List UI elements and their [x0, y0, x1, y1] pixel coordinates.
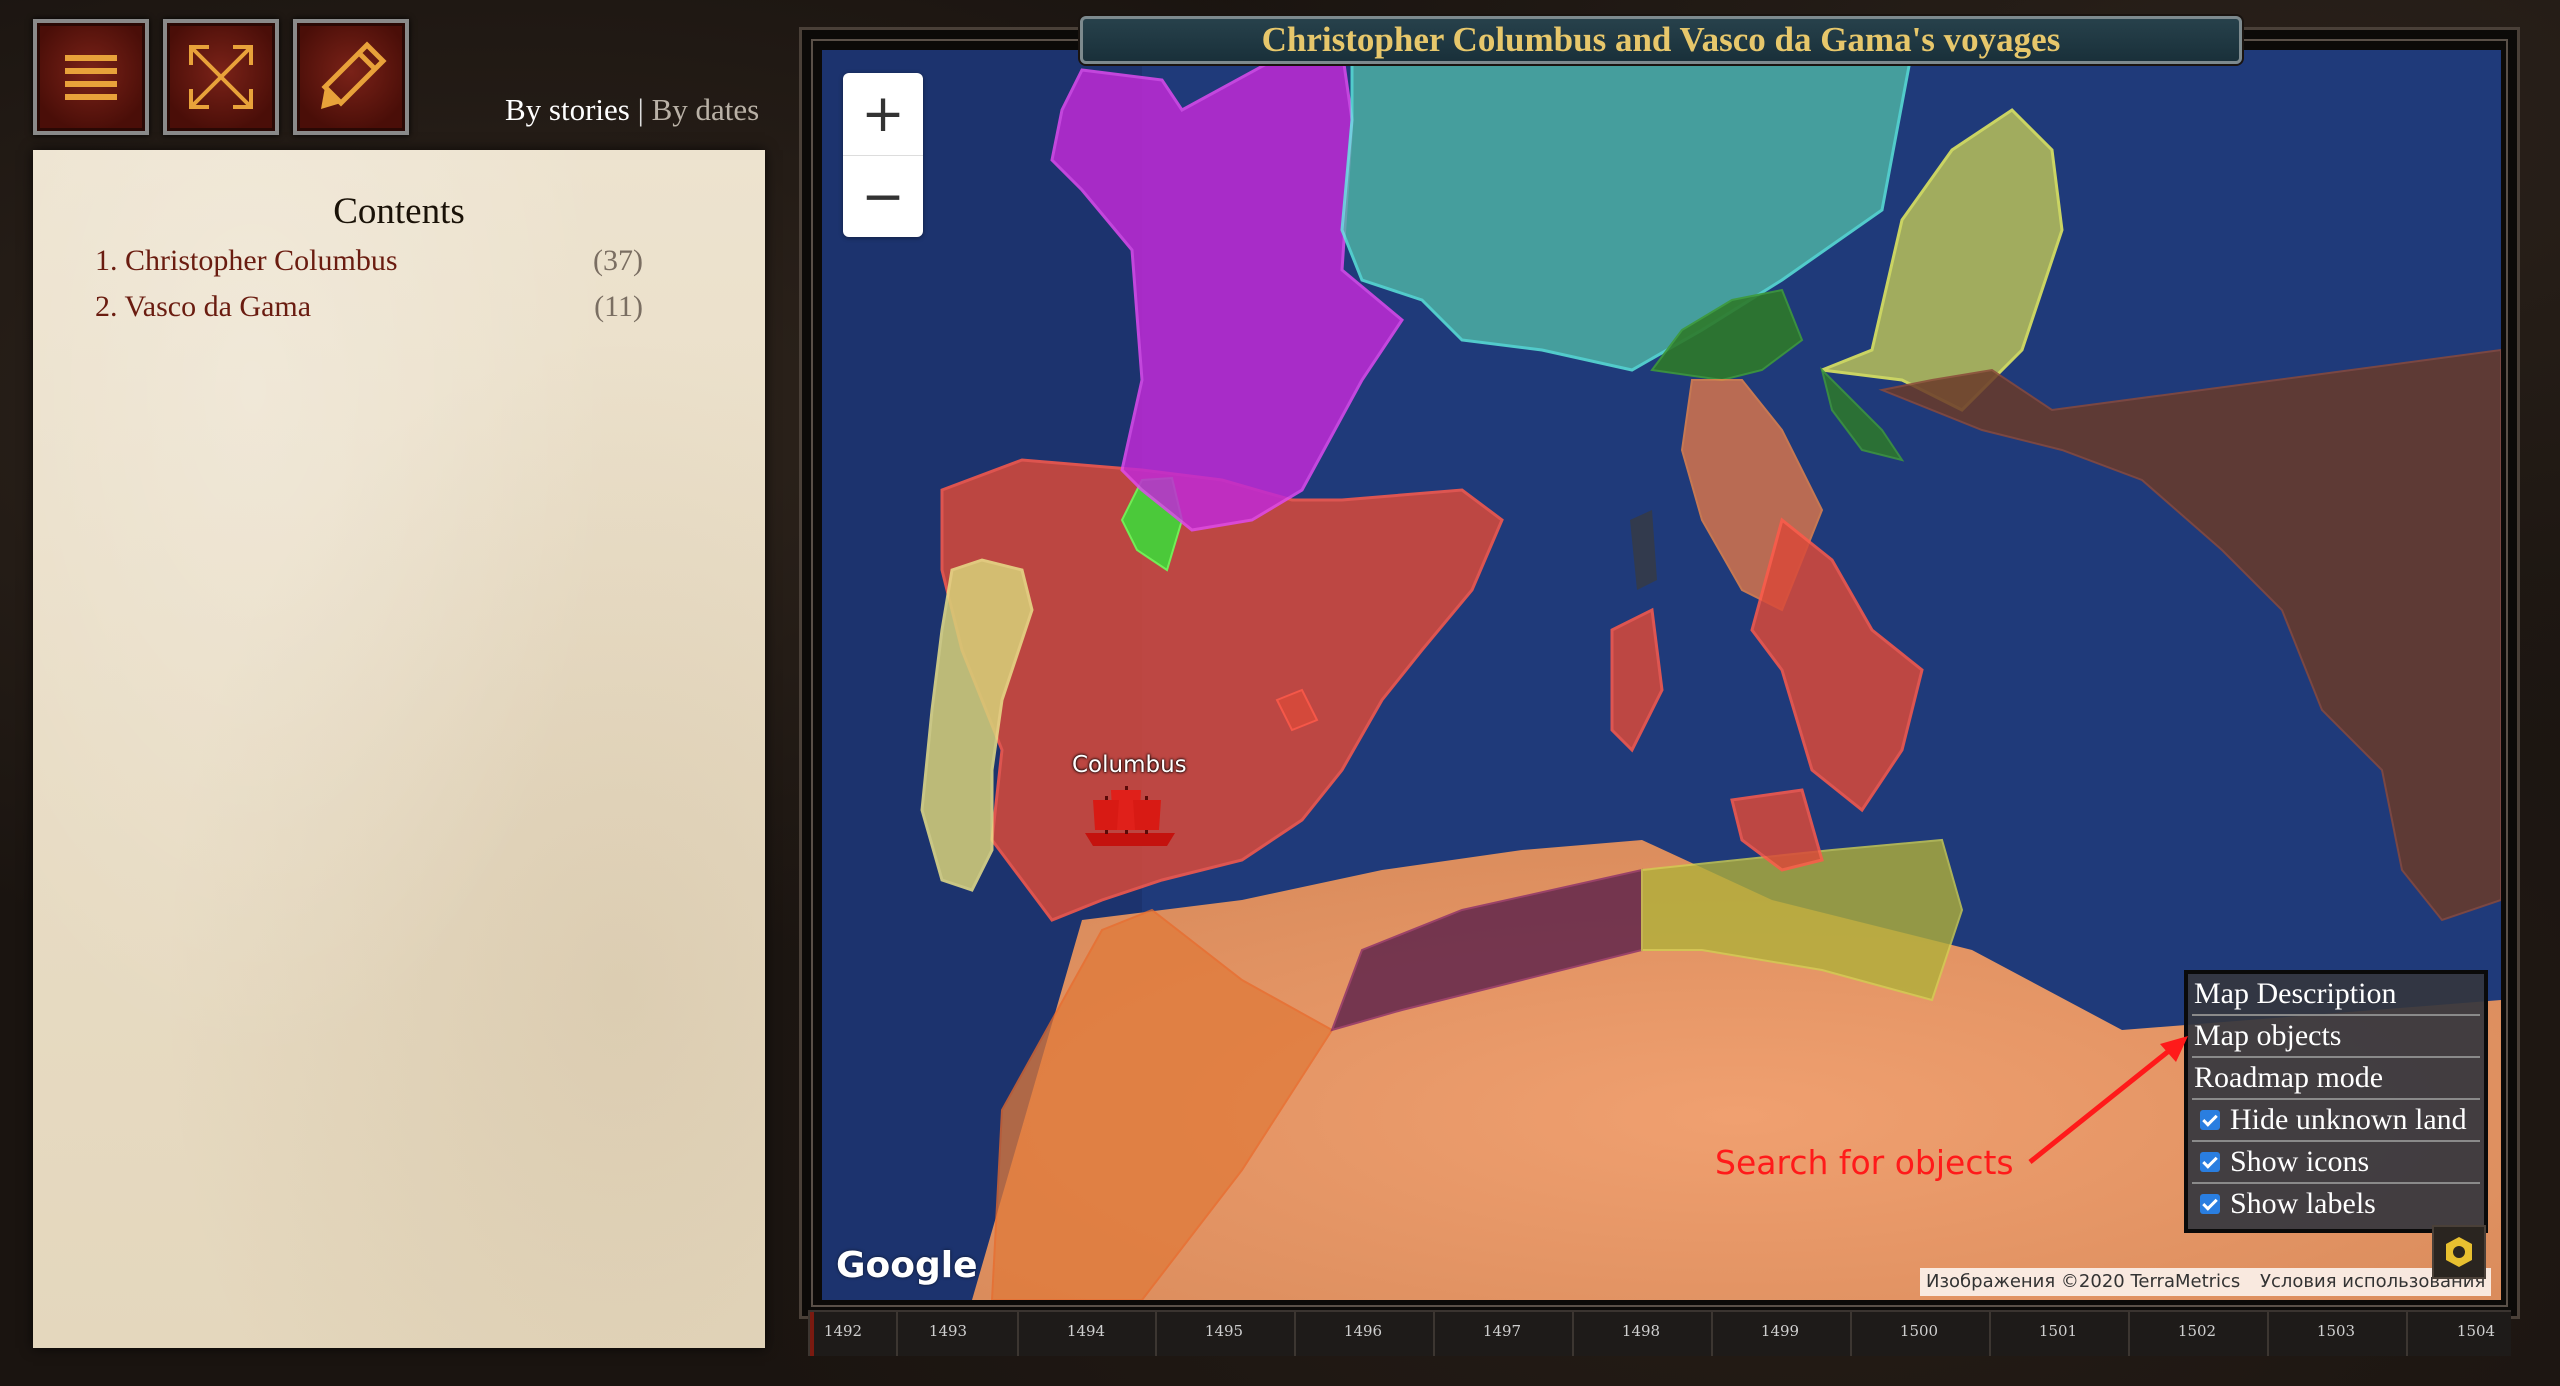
timeline-tick	[1571, 1312, 1574, 1356]
ship-icon[interactable]	[1075, 778, 1185, 858]
zoom-control: + −	[843, 73, 923, 237]
attribution-text: Изображения ©2020 TerraMetrics	[1926, 1271, 2241, 1292]
menu-hide-unknown-land[interactable]: Hide unknown land	[2192, 1100, 2480, 1142]
story-item-columbus[interactable]: 1. Christopher Columbus (37)	[95, 244, 643, 278]
by-dates-link[interactable]: By dates	[652, 92, 760, 127]
checkbox-hide-unknown-land[interactable]	[2200, 1110, 2220, 1131]
story-item-vasco-da-gama[interactable]: 2. Vasco da Gama (11)	[95, 290, 643, 324]
story-count: (11)	[594, 290, 643, 323]
google-logo: Google	[836, 1245, 978, 1286]
edit-button[interactable]	[293, 19, 409, 135]
map-attribution: Изображения ©2020 TerraMetrics Условия и…	[1920, 1268, 2492, 1296]
zoom-in-button[interactable]: +	[843, 73, 923, 155]
timeline-year-label[interactable]: 1504	[2457, 1322, 2495, 1340]
timeline-year-label[interactable]: 1498	[1622, 1322, 1660, 1340]
marker-label: Columbus	[1072, 752, 1187, 778]
story-label: 2. Vasco da Gama	[95, 290, 312, 323]
timeline-tick	[808, 1312, 810, 1356]
timeline-year-label[interactable]: 1495	[1205, 1322, 1243, 1340]
menu-show-icons[interactable]: Show icons	[2192, 1142, 2480, 1184]
map-title: Christopher Columbus and Vasco da Gama's…	[1080, 16, 2242, 64]
arrow-icon	[2028, 1036, 2188, 1164]
story-label: 1. Christopher Columbus	[95, 244, 398, 277]
timeline-tick	[895, 1312, 898, 1356]
timeline-tick	[1293, 1312, 1296, 1356]
map-options-panel: Map Description Map objects Roadmap mode…	[2184, 970, 2488, 1233]
timeline-year-label[interactable]: 1501	[2039, 1322, 2077, 1340]
timeline-tick	[1849, 1312, 1852, 1356]
menu-button[interactable]	[33, 19, 149, 135]
timeline-year-label[interactable]: 1503	[2317, 1322, 2355, 1340]
contents-title: Contents	[333, 191, 465, 232]
timeline-year-label[interactable]: 1499	[1761, 1322, 1799, 1340]
by-stories-link[interactable]: By stories	[505, 92, 630, 127]
menu-map-objects[interactable]: Map objects	[2192, 1016, 2480, 1058]
view-separator: |	[637, 92, 644, 127]
fullscreen-button[interactable]	[163, 19, 279, 135]
pencil-icon	[321, 41, 387, 109]
timeline-tick	[1432, 1312, 1435, 1356]
timeline-tick	[2266, 1312, 2269, 1356]
menu-show-labels[interactable]: Show labels	[2192, 1184, 2480, 1226]
timeline-tick	[1988, 1312, 1991, 1356]
timeline-year-label[interactable]: 1497	[1483, 1322, 1521, 1340]
timeline-year-label[interactable]: 1496	[1344, 1322, 1382, 1340]
timeline-tick	[1017, 1312, 1019, 1356]
timeline-year-label[interactable]: 1492	[824, 1322, 862, 1340]
timeline-tick	[1710, 1312, 1713, 1356]
contents-panel: Contents 1. Christopher Columbus (37) 2.…	[33, 150, 765, 1348]
timeline[interactable]: 1492 1493 1494 1495 1496 1497 1498 1499 1500 1501…	[808, 1310, 2511, 1356]
menu-roadmap-mode[interactable]: Roadmap mode	[2192, 1058, 2480, 1100]
checkbox-show-labels[interactable]	[2200, 1194, 2220, 1215]
zoom-out-button[interactable]: −	[843, 155, 923, 238]
story-count: (37)	[593, 244, 643, 277]
timeline-year-label[interactable]: 1493	[929, 1322, 967, 1340]
timeline-tick	[2127, 1312, 2130, 1356]
hamburger-icon	[65, 55, 117, 100]
timeline-year-label[interactable]: 1494	[1067, 1322, 1105, 1340]
gear-icon	[2446, 1237, 2472, 1267]
settings-button[interactable]	[2432, 1225, 2486, 1279]
timeline-year-label[interactable]: 1502	[2178, 1322, 2216, 1340]
menu-map-description[interactable]: Map Description	[2192, 974, 2480, 1016]
timeline-year-label[interactable]: 1500	[1900, 1322, 1938, 1340]
timeline-tick	[2406, 1312, 2408, 1356]
checkbox-show-icons[interactable]	[2200, 1152, 2220, 1173]
expand-arrows-icon	[189, 45, 253, 109]
view-switch: By stories | By dates	[505, 92, 759, 128]
timeline-tick	[1155, 1312, 1157, 1356]
search-hint-text: Search for objects	[1715, 1143, 2014, 1182]
